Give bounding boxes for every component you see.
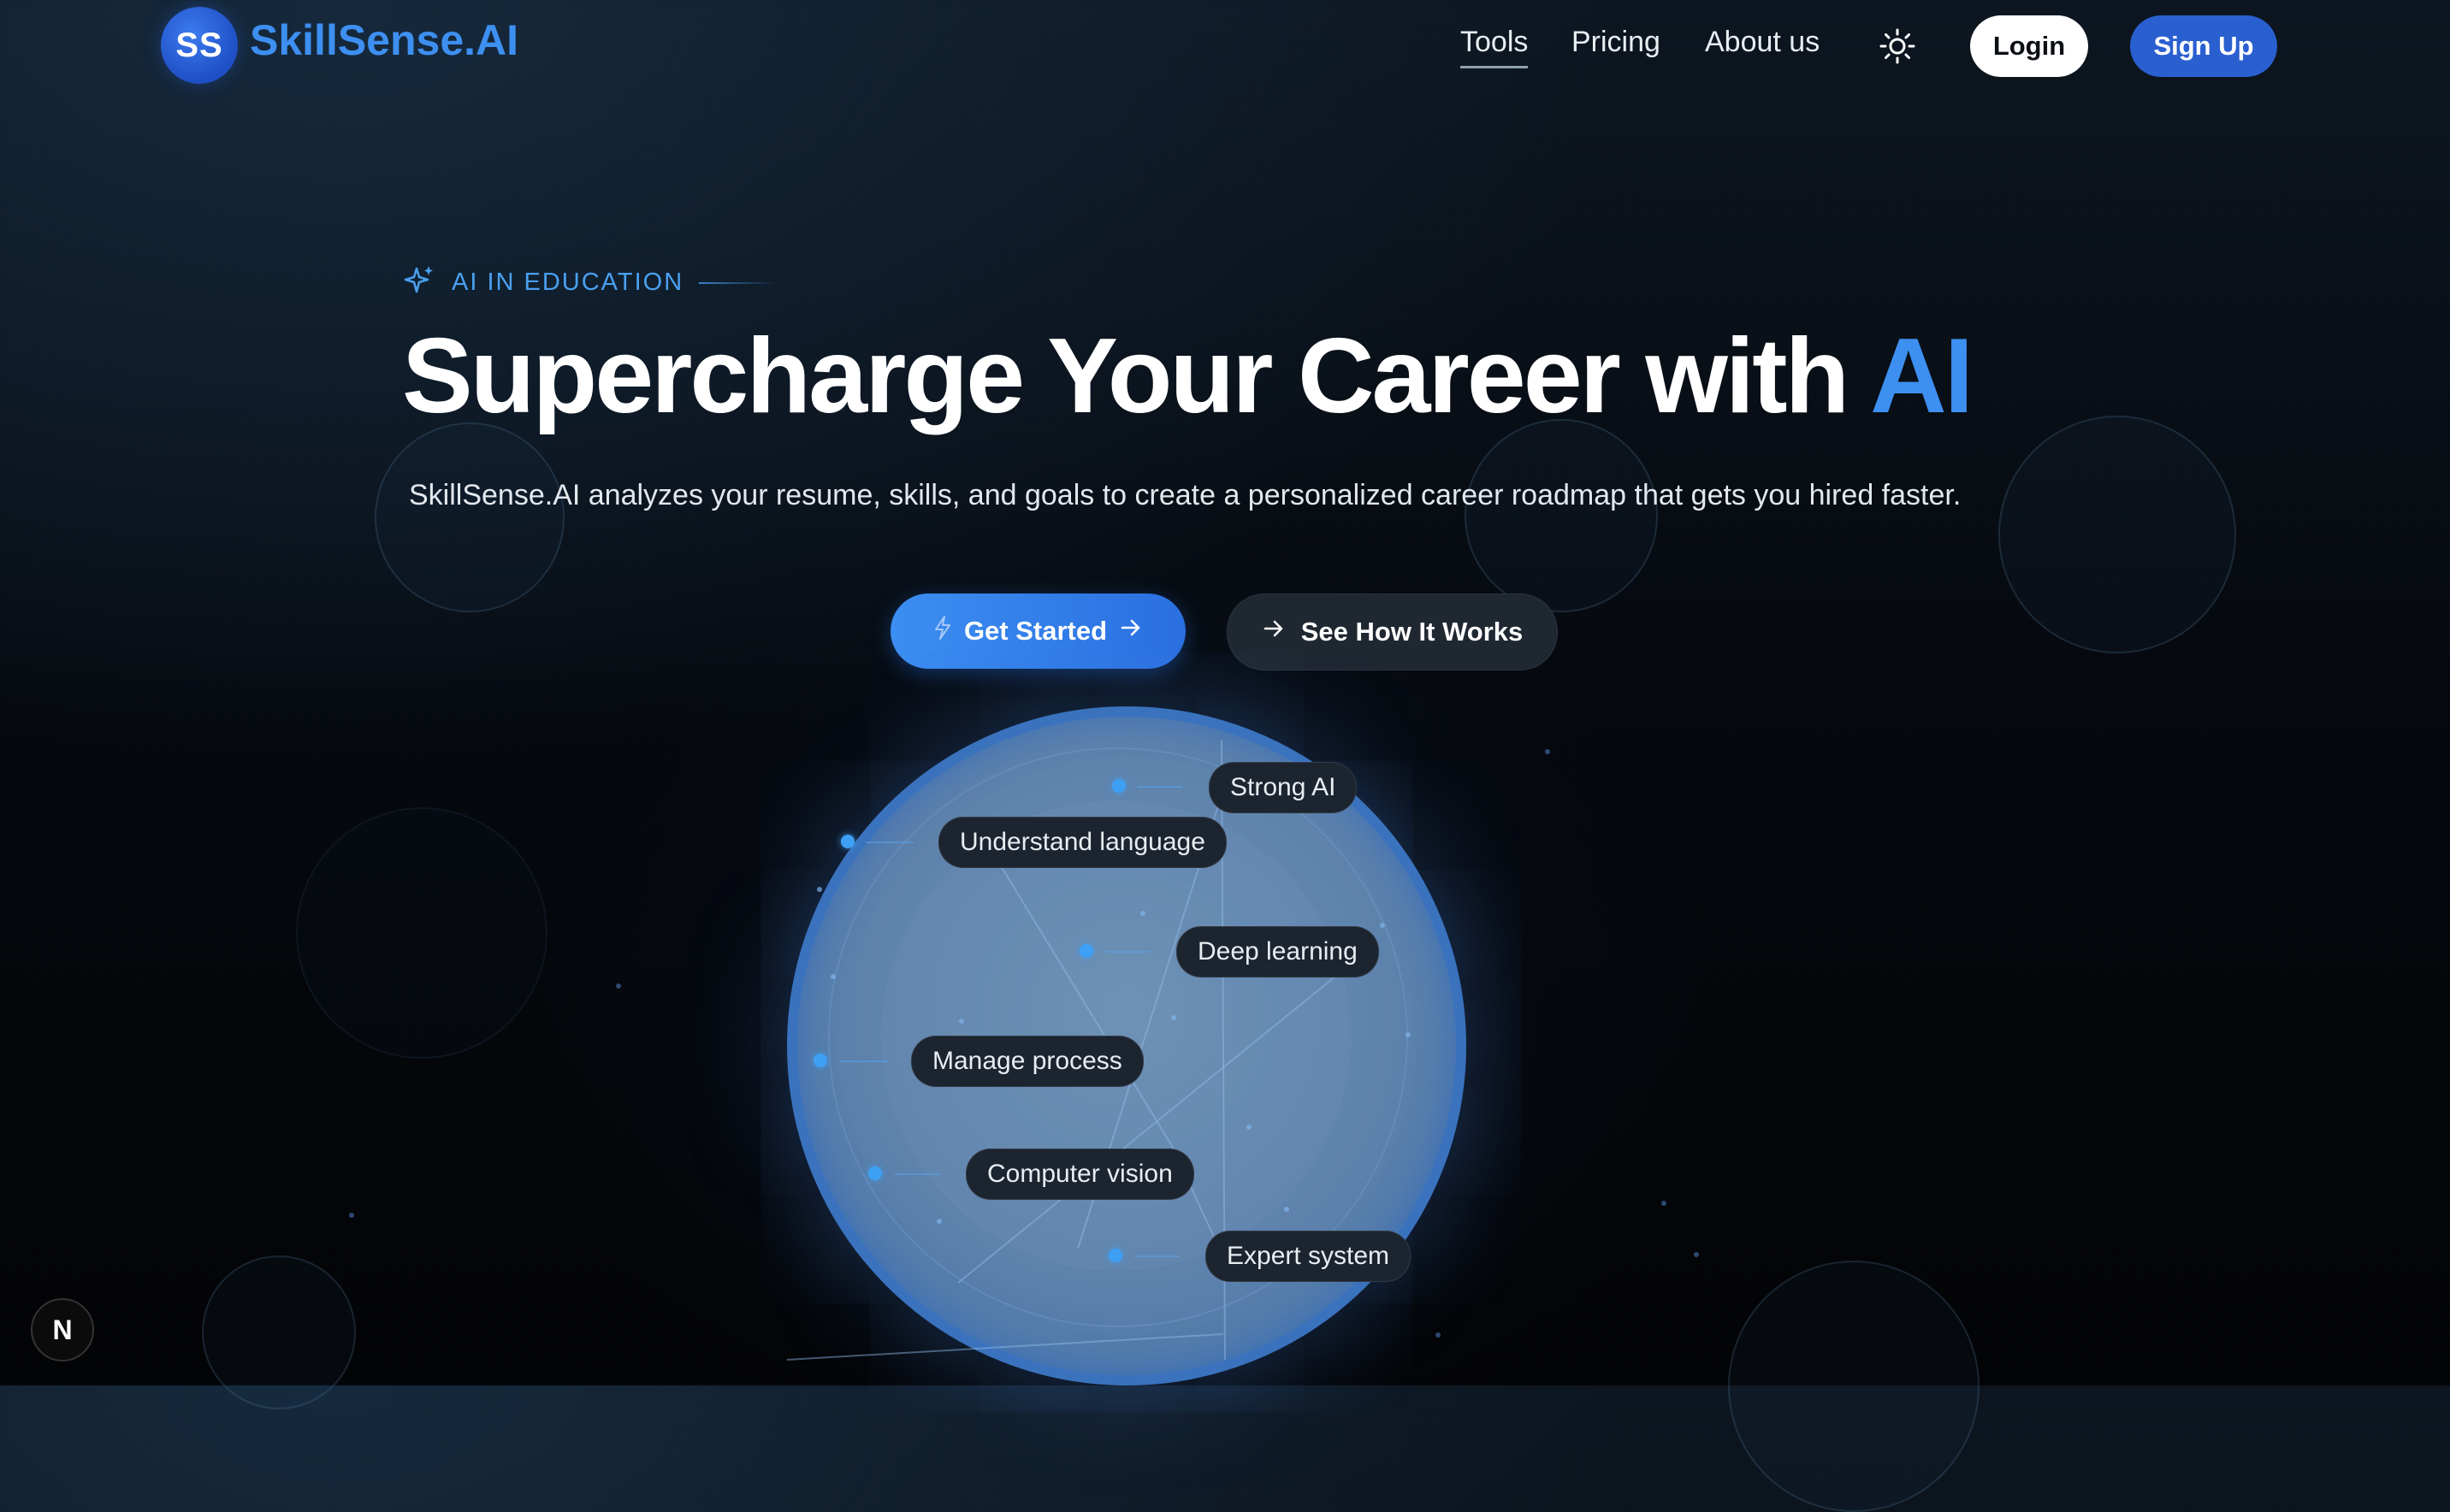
tag-connector bbox=[1105, 951, 1150, 953]
tag-dot bbox=[1109, 1249, 1122, 1262]
tag-connector bbox=[866, 842, 914, 843]
tag-dot bbox=[868, 1166, 882, 1180]
tag-manage-process[interactable]: Manage process bbox=[911, 1036, 1144, 1087]
tag-connector bbox=[895, 1173, 939, 1175]
tag-connector bbox=[840, 1060, 888, 1062]
tag-computer-vision[interactable]: Computer vision bbox=[966, 1149, 1194, 1200]
tag-strong-ai[interactable]: Strong AI bbox=[1209, 762, 1358, 813]
tag-dot bbox=[841, 835, 855, 848]
tag-understand-language[interactable]: Understand language bbox=[938, 817, 1227, 868]
tag-dot bbox=[1112, 779, 1126, 793]
tag-dot bbox=[814, 1054, 827, 1067]
tag-connector bbox=[1138, 786, 1182, 788]
dev-tools-badge[interactable]: N bbox=[31, 1298, 94, 1361]
tag-deep-learning[interactable]: Deep learning bbox=[1176, 926, 1379, 977]
tag-expert-system[interactable]: Expert system bbox=[1205, 1231, 1411, 1282]
tag-connector bbox=[1134, 1255, 1179, 1257]
sphere-network-lines bbox=[786, 740, 1411, 1361]
tag-dot bbox=[1080, 944, 1093, 958]
